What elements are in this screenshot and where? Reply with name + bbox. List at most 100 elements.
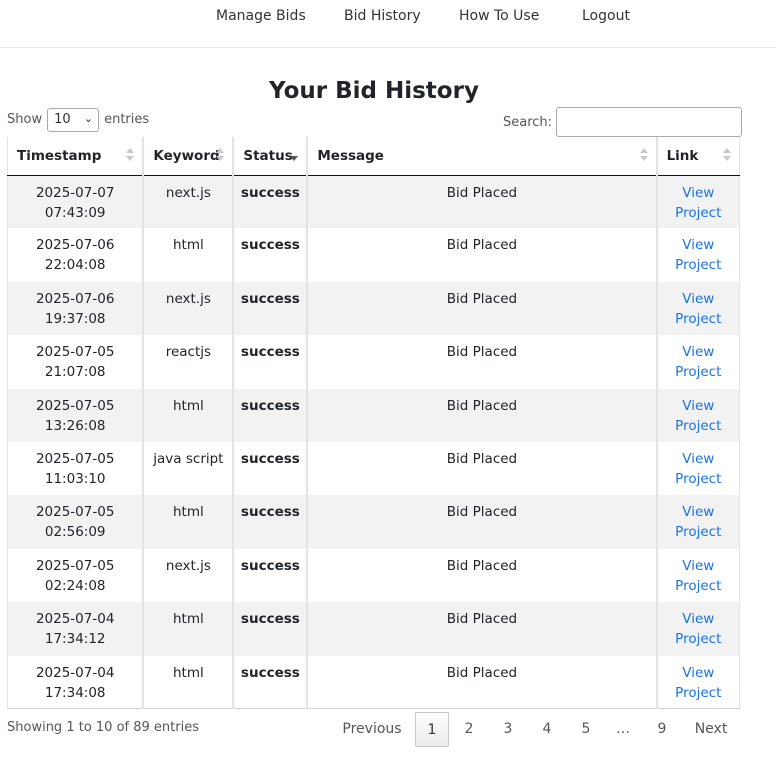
nav-manage-bids[interactable]: Manage Bids [216, 8, 306, 24]
timestamp-cell: 2025-07-06 19:37:08 [7, 281, 144, 336]
table-header-row: Timestamp Keyword Status Message Link [7, 137, 740, 176]
nav-bid-history[interactable]: Bid History [344, 8, 421, 24]
table-row: 2025-07-07 07:43:09 next.js success Bid P… [7, 175, 740, 229]
message-cell: Bid Placed [306, 655, 657, 710]
view-project-link[interactable]: View Project [675, 237, 721, 273]
status-cell: success [232, 495, 308, 549]
entries-label: entries [104, 112, 150, 127]
show-label: Show [7, 112, 43, 127]
timestamp-cell: 2025-07-07 07:43:09 [7, 175, 144, 229]
status-cell: success [232, 548, 308, 603]
table-row: 2025-07-06 19:37:08 next.js success Bid P… [7, 281, 740, 336]
timestamp-cell: 2025-07-04 17:34:08 [7, 655, 144, 710]
status-cell: success [232, 655, 308, 710]
column-header-message[interactable]: Message [306, 137, 657, 176]
pagination-ellipsis: … [616, 721, 630, 737]
view-project-link[interactable]: View Project [675, 344, 721, 380]
search-input[interactable] [556, 107, 743, 137]
page-length-value: 10 [54, 112, 71, 127]
pagination-previous[interactable]: Previous [339, 712, 405, 747]
link-cell: View Project [655, 335, 740, 389]
link-cell: View Project [655, 655, 740, 710]
message-cell: Bid Placed [306, 335, 657, 389]
search-control: Search: [503, 107, 743, 137]
timestamp-cell: 2025-07-05 02:24:08 [7, 548, 144, 603]
table-row: 2025-07-05 13:26:08 html success Bid Plac… [7, 388, 740, 442]
table-row: 2025-07-06 22:04:08 html success Bid Plac… [7, 228, 740, 282]
message-cell: Bid Placed [306, 388, 657, 442]
view-project-link[interactable]: View Project [675, 558, 721, 594]
timestamp-cell: 2025-07-05 21:07:08 [7, 335, 144, 389]
view-project-link[interactable]: View Project [675, 451, 721, 487]
timestamp-cell: 2025-07-06 22:04:08 [7, 228, 144, 282]
link-cell: View Project [655, 548, 740, 603]
keyword-cell: next.js [142, 281, 234, 336]
column-header-link[interactable]: Link [655, 137, 740, 176]
link-cell: View Project [655, 281, 740, 336]
keyword-cell: html [142, 388, 234, 442]
keyword-cell: html [142, 495, 234, 549]
view-project-link[interactable]: View Project [675, 291, 721, 327]
column-header-status[interactable]: Status [232, 137, 308, 176]
top-nav: Manage Bids Bid History How To Use Logou… [0, 0, 776, 48]
column-header-keyword[interactable]: Keyword [142, 137, 234, 176]
timestamp-cell: 2025-07-04 17:34:12 [7, 602, 144, 656]
sort-arrows-icon [639, 148, 648, 164]
pagination-page-4[interactable]: 4 [533, 712, 561, 747]
status-cell: success [232, 388, 308, 442]
pagination-page-2[interactable]: 2 [455, 712, 483, 747]
link-cell: View Project [655, 495, 740, 549]
timestamp-cell: 2025-07-05 11:03:10 [7, 441, 144, 496]
column-header-timestamp[interactable]: Timestamp [7, 137, 144, 176]
sort-arrows-icon [216, 148, 225, 164]
keyword-cell: next.js [142, 175, 234, 229]
table-row: 2025-07-05 21:07:08 reactjs success Bid P… [7, 335, 740, 389]
keyword-cell: html [142, 602, 234, 656]
keyword-cell: next.js [142, 548, 234, 603]
view-project-link[interactable]: View Project [675, 185, 721, 221]
nav-logout[interactable]: Logout [582, 8, 630, 24]
status-cell: success [232, 602, 308, 656]
message-cell: Bid Placed [306, 495, 657, 549]
link-cell: View Project [655, 602, 740, 656]
status-cell: success [232, 281, 308, 336]
link-cell: View Project [655, 441, 740, 496]
table-info: Showing 1 to 10 of 89 entries [7, 720, 199, 735]
status-cell: success [232, 175, 308, 229]
search-label: Search: [503, 114, 553, 130]
pagination-page-3[interactable]: 3 [494, 712, 522, 747]
message-cell: Bid Placed [306, 175, 657, 229]
view-project-link[interactable]: View Project [675, 504, 721, 540]
page-length-select[interactable]: 10 ⌄ [47, 107, 100, 132]
view-project-link[interactable]: View Project [675, 665, 721, 701]
chevron-down-icon: ⌄ [83, 111, 94, 125]
sort-arrows-icon [723, 148, 731, 164]
nav-how-to-use[interactable]: How To Use [459, 8, 539, 24]
message-cell: Bid Placed [306, 281, 657, 336]
pagination-next[interactable]: Next [688, 712, 734, 747]
message-cell: Bid Placed [306, 228, 657, 282]
table-row: 2025-07-05 02:56:09 html success Bid Plac… [7, 495, 740, 549]
keyword-cell: html [142, 655, 234, 710]
status-cell: success [232, 441, 308, 496]
bid-history-table: Timestamp Keyword Status Message Link 20… [7, 137, 740, 710]
pagination-page-9[interactable]: 9 [648, 712, 676, 747]
table-row: 2025-07-05 02:24:08 next.js success Bid P… [7, 548, 740, 603]
link-cell: View Project [655, 388, 740, 442]
page-title: Your Bid History [269, 78, 479, 104]
pagination-page-1[interactable]: 1 [415, 712, 449, 747]
keyword-cell: html [142, 228, 234, 282]
sort-arrows-icon [126, 148, 135, 164]
view-project-link[interactable]: View Project [675, 398, 721, 434]
status-cell: success [232, 228, 308, 282]
page-length-control: Show 10 ⌄ entries [7, 107, 149, 132]
pagination-page-5[interactable]: 5 [572, 712, 600, 747]
timestamp-cell: 2025-07-05 13:26:08 [7, 388, 144, 442]
table-row: 2025-07-04 17:34:08 html success Bid Plac… [7, 655, 740, 710]
sort-desc-icon [290, 148, 299, 164]
table-row: 2025-07-05 11:03:10 java script success B… [7, 441, 740, 496]
message-cell: Bid Placed [306, 441, 657, 496]
table-row: 2025-07-04 17:34:12 html success Bid Plac… [7, 602, 740, 656]
view-project-link[interactable]: View Project [675, 611, 721, 647]
timestamp-cell: 2025-07-05 02:56:09 [7, 495, 144, 549]
